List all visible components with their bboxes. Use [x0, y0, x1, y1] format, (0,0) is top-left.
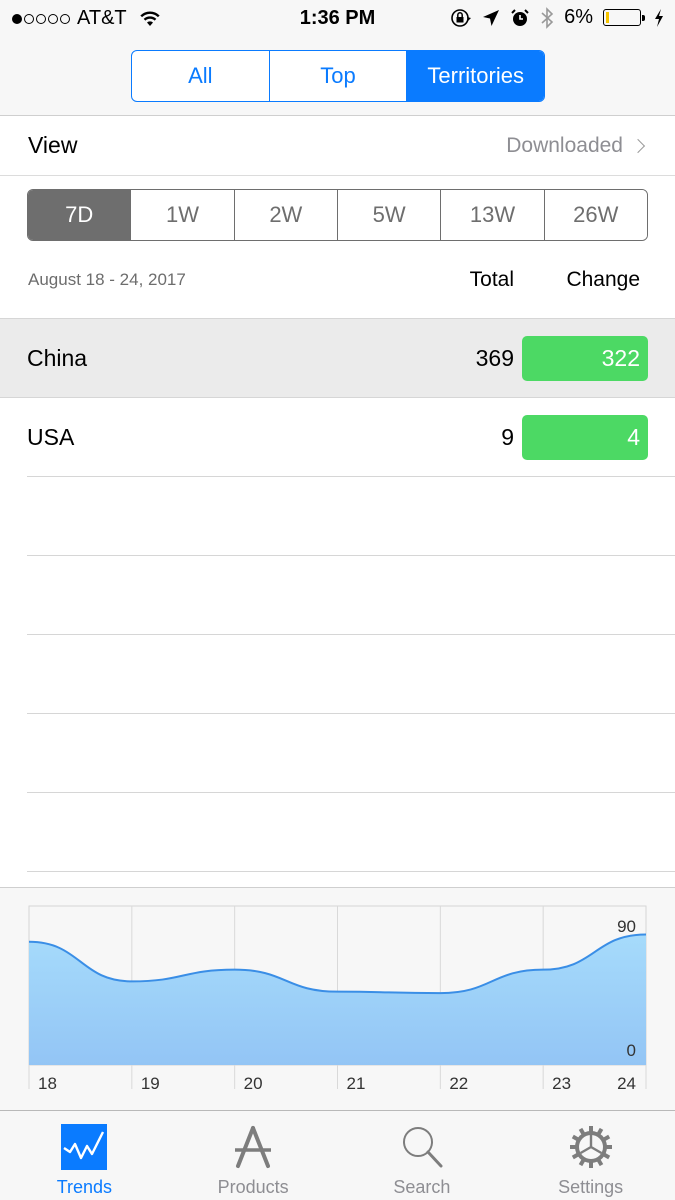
range-7d[interactable]: 7D — [28, 190, 132, 240]
rotation-lock-icon — [451, 8, 472, 27]
x-tick-label: 19 — [141, 1074, 160, 1093]
x-tick-label: 20 — [244, 1074, 263, 1093]
location-arrow-icon — [483, 9, 500, 26]
range-13w[interactable]: 13W — [441, 190, 545, 240]
tab-trends[interactable]: Trends — [0, 1111, 169, 1200]
view-value-text: Downloaded — [506, 133, 623, 157]
trend-chart[interactable]: 18 19 20 21 22 23 24 90 0 — [0, 888, 675, 1110]
territory-total: 369 — [475, 344, 514, 371]
view-label: View — [28, 132, 78, 158]
y-tick-label: 0 — [627, 1041, 636, 1060]
x-tick-label: 21 — [347, 1074, 366, 1093]
column-header-change: Change — [566, 267, 640, 291]
battery-icon — [603, 9, 645, 26]
change-badge: 4 — [522, 414, 648, 460]
empty-row — [27, 714, 675, 793]
tab-label: Settings — [558, 1177, 624, 1197]
x-tick-label: 24 — [617, 1074, 636, 1093]
date-range-label: August 18 - 24, 2017 — [28, 269, 186, 289]
bluetooth-icon — [541, 6, 554, 29]
app-store-icon — [235, 1126, 272, 1168]
empty-row — [27, 635, 675, 714]
tab-settings[interactable]: Settings — [506, 1111, 675, 1200]
tab-label: Trends — [56, 1177, 113, 1197]
alarm-icon — [511, 8, 529, 26]
trend-chart-svg: 18 19 20 21 22 23 24 90 0 — [28, 905, 647, 1093]
table-row[interactable]: USA 9 4 — [27, 398, 675, 477]
chevron-right-icon — [630, 138, 646, 153]
segment-all[interactable]: All — [132, 51, 270, 101]
territory-name: China — [27, 344, 88, 371]
battery-percent: 6% — [564, 6, 593, 28]
tab-products[interactable]: Products — [169, 1111, 338, 1200]
x-tick-label: 18 — [38, 1074, 57, 1093]
range-2w[interactable]: 2W — [234, 190, 338, 240]
charging-bolt-icon — [655, 8, 663, 27]
empty-row — [27, 793, 675, 872]
x-tick-label: 22 — [449, 1074, 468, 1093]
range-1w[interactable]: 1W — [131, 190, 235, 240]
segment-top[interactable]: Top — [270, 51, 408, 101]
date-range-segmented-control: 7D 1W 2W 5W 13W 26W — [27, 189, 648, 241]
content-panel: View Downloaded 7D 1W 2W 5W 13W 26W Augu… — [0, 115, 675, 888]
y-tick-label: 90 — [617, 917, 636, 936]
search-icon — [402, 1127, 443, 1168]
tab-search[interactable]: Search — [338, 1111, 507, 1200]
status-bar: AT&T 1:36 PM 6% — [0, 0, 675, 38]
table-row[interactable]: China 369 322 — [0, 319, 675, 398]
tab-label: Products — [217, 1177, 289, 1197]
gear-icon — [569, 1126, 612, 1168]
territory-total: 9 — [501, 423, 514, 450]
empty-row — [27, 556, 675, 635]
trends-icon — [61, 1124, 108, 1170]
territory-name: USA — [27, 423, 75, 450]
range-26w[interactable]: 26W — [544, 190, 647, 240]
tab-bar: Trends Products Search Settings — [0, 1110, 675, 1200]
change-badge: 322 — [522, 335, 648, 381]
segment-territories[interactable]: Territories — [407, 51, 544, 101]
tab-label: Search — [393, 1177, 451, 1197]
column-header-total: Total — [469, 267, 514, 291]
view-mode-segmented-control: All Top Territories — [131, 50, 545, 102]
empty-row — [27, 477, 675, 556]
view-selector-row[interactable]: View Downloaded — [0, 116, 675, 176]
view-value: Downloaded — [506, 134, 647, 158]
table-header: August 18 - 24, 2017 Total Change — [0, 241, 675, 319]
x-tick-label: 23 — [552, 1074, 571, 1093]
range-5w[interactable]: 5W — [337, 190, 442, 240]
